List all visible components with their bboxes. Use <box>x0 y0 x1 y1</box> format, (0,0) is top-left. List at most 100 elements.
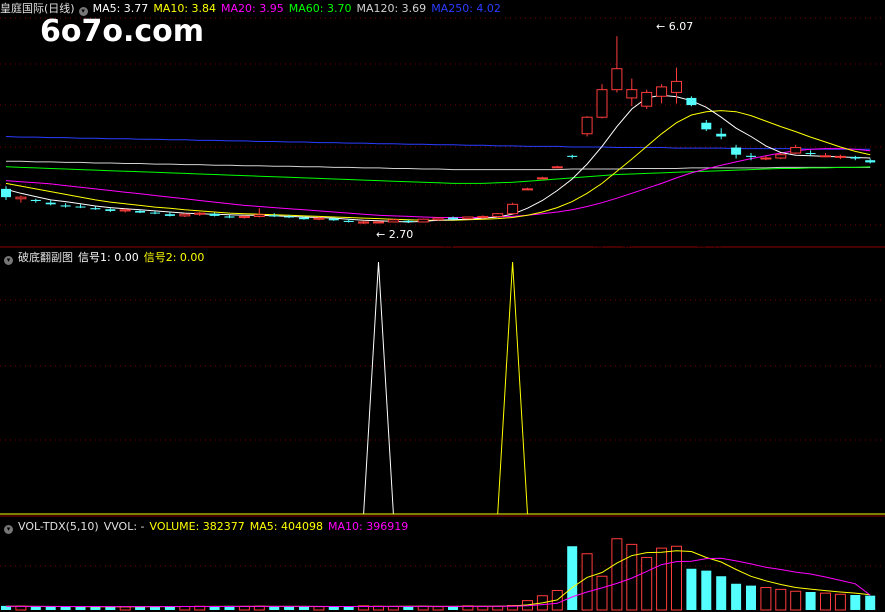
volume-bar <box>299 606 309 610</box>
volume-bar <box>641 557 653 611</box>
candle-body <box>522 188 533 191</box>
candle-body <box>284 216 295 218</box>
candle-body <box>269 215 280 217</box>
candle-body <box>30 199 41 202</box>
candle-body <box>626 89 638 99</box>
volume-bar <box>477 605 489 611</box>
candle-body <box>358 221 370 224</box>
signal-label: 跌 <box>710 236 721 249</box>
candle-body <box>45 202 56 205</box>
candle-body <box>834 155 846 158</box>
candle-body <box>75 206 86 208</box>
candle-body <box>432 217 444 221</box>
candle-body <box>790 147 802 154</box>
volume-panel-header: ▾ VOL-TDX(5,10) VVOL: - VOLUME: 382377 MA5: … <box>0 519 413 535</box>
volume-bar <box>238 605 250 611</box>
volume-bar <box>432 606 444 611</box>
ma60-value: MA60: 3.70 <box>288 2 352 15</box>
high-price-value: 6.07 <box>668 20 694 33</box>
volume-bar <box>581 553 593 611</box>
candle-body <box>105 209 116 211</box>
candle-body <box>596 89 608 118</box>
signal-label: 涨 <box>622 236 633 249</box>
volume-bar <box>746 585 756 610</box>
signal-label: 减 <box>592 236 603 249</box>
volume-bar <box>716 576 727 610</box>
signal2-value: 信号2: 0.00 <box>143 251 205 264</box>
candle-body <box>135 210 146 213</box>
ma120-value: MA120: 3.69 <box>356 2 427 15</box>
volume-bar <box>75 606 86 610</box>
candle-body <box>656 86 668 97</box>
candle-body <box>448 217 458 220</box>
candle-body <box>119 209 131 212</box>
candle-body <box>671 80 682 93</box>
volume-bar <box>403 606 414 610</box>
candle-body <box>224 216 235 218</box>
volume-bar <box>284 606 295 610</box>
candle-body <box>373 221 384 224</box>
volume-bar <box>790 590 802 611</box>
volume-bar <box>30 606 41 610</box>
volume-value: VOLUME: 382377 <box>149 520 245 533</box>
candle-body <box>820 155 831 158</box>
volume-bar <box>701 570 712 610</box>
volume-bar <box>820 592 831 611</box>
candle-body <box>746 155 756 157</box>
volume-bar <box>626 543 638 611</box>
candle-body <box>253 214 265 217</box>
volume-bar <box>209 606 220 610</box>
candle-body <box>343 220 354 222</box>
candle-body <box>150 212 160 214</box>
signal-label: 榜 <box>696 236 707 249</box>
candle-body <box>551 166 563 169</box>
candle-body <box>15 196 27 200</box>
volume-bar <box>656 547 668 611</box>
candle-body <box>865 160 876 163</box>
dropdown-icon[interactable]: ▾ <box>4 256 13 265</box>
volume-bar <box>269 606 280 610</box>
candle-body <box>462 216 474 220</box>
candle-body <box>536 177 548 180</box>
dropdown-icon[interactable]: ▾ <box>4 525 13 534</box>
signal-label: 财 <box>444 236 455 249</box>
candle-body <box>581 116 593 135</box>
candle-body <box>492 213 504 217</box>
volume-bar <box>671 545 682 611</box>
candle-body <box>805 153 816 155</box>
candle-body <box>477 215 489 219</box>
signal1-value: 信号1: 0.00 <box>78 251 139 264</box>
candle-body <box>567 155 578 157</box>
volume-bar <box>611 538 623 611</box>
candle-body <box>1 188 11 198</box>
ma250-value: MA250: 4.02 <box>431 2 501 15</box>
volume-bar <box>865 595 876 610</box>
volume-bar <box>387 605 399 611</box>
ma20-value: MA20: 3.95 <box>221 2 284 15</box>
candle-body <box>417 218 429 223</box>
candle-body <box>611 68 623 91</box>
candle-body <box>209 213 220 216</box>
candle-body <box>641 91 653 107</box>
candle-body <box>299 217 309 220</box>
candle-body <box>716 133 727 137</box>
high-price-label: ← 6.07 <box>656 20 694 33</box>
vol-ma10-value: MA10: 396919 <box>328 520 409 533</box>
candle-body <box>90 208 101 210</box>
volume-bar <box>164 606 175 610</box>
candle-body <box>731 147 742 155</box>
candle-body <box>686 97 697 106</box>
volume-bar <box>567 546 578 610</box>
candle-body <box>60 205 71 207</box>
volume-bar <box>805 592 816 610</box>
candle-body <box>403 220 414 222</box>
low-price-label: ← 2.70 <box>376 228 414 241</box>
volume-indicator-name: VOL-TDX(5,10) <box>18 520 99 533</box>
candle-body <box>701 122 712 130</box>
candle-body <box>313 217 325 220</box>
indicator-panel-header: ▾ 破底翻副图 信号1: 0.00 信号2: 0.00 <box>0 250 209 266</box>
candle-body <box>238 215 250 219</box>
volume-bar <box>686 568 697 610</box>
candle-body <box>507 203 519 215</box>
candle-body <box>850 156 861 159</box>
